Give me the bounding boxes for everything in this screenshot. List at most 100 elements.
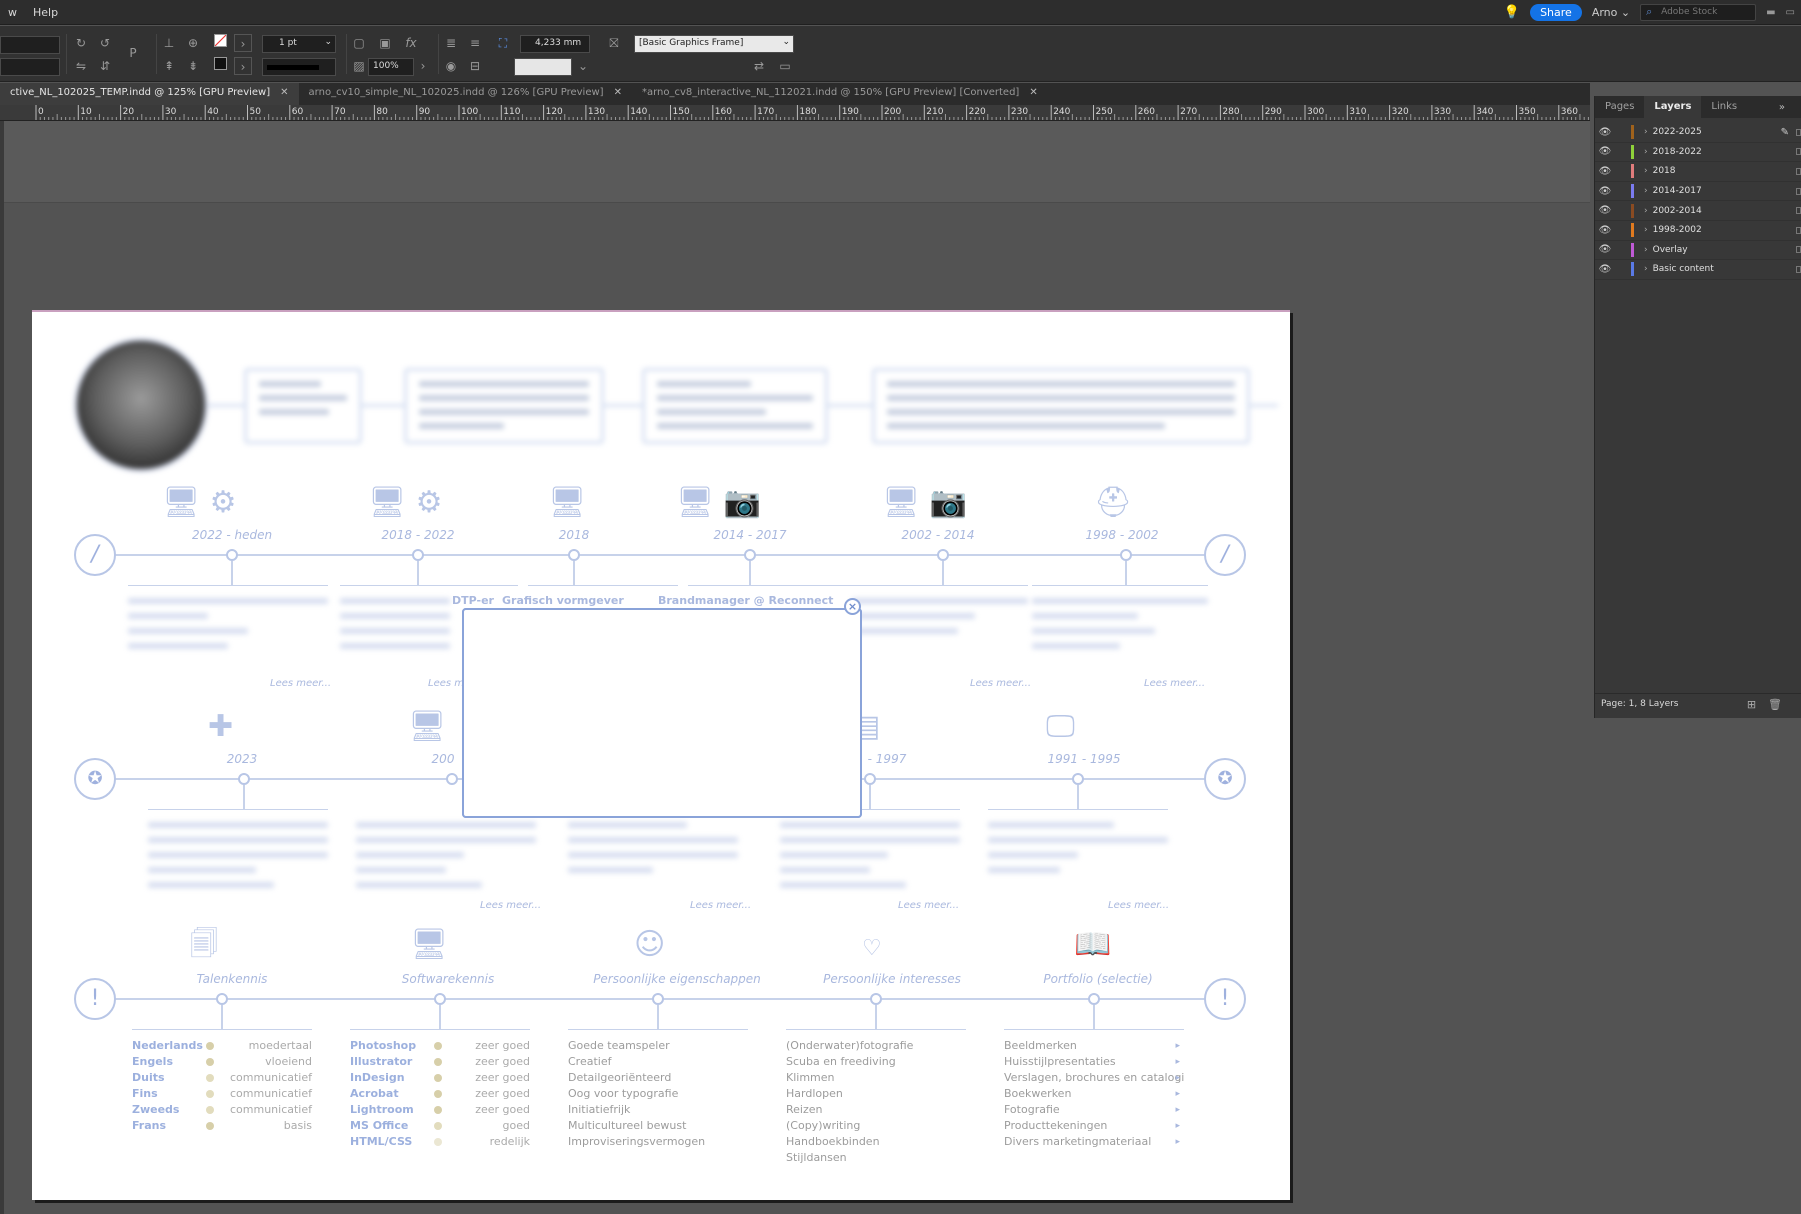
eye-icon[interactable]: 👁: [1595, 186, 1615, 197]
panel-collapse-icon[interactable]: »: [1779, 102, 1801, 113]
arrow-right-icon[interactable]: ▸: [1175, 1054, 1180, 1070]
eye-icon[interactable]: 👁: [1595, 127, 1615, 138]
layer-select-box[interactable]: [1796, 226, 1801, 234]
rotate-cw-icon[interactable]: ↻: [72, 34, 90, 52]
close-icon[interactable]: ✕: [280, 87, 288, 101]
flip-horizontal-icon[interactable]: ⇋: [72, 57, 90, 75]
object-style-select[interactable]: [Basic Graphics Frame] ⌄: [634, 35, 794, 53]
stroke-type-field[interactable]: [262, 58, 336, 76]
layer-select-box[interactable]: [1796, 128, 1801, 136]
timeline-node[interactable]: [864, 773, 876, 785]
layer-row[interactable]: 👁 › 2002-2014: [1595, 201, 1801, 221]
layer-select-box[interactable]: [1796, 265, 1801, 273]
adobe-stock-search[interactable]: Adobe Stock: [1640, 4, 1757, 21]
portfolio-link[interactable]: Divers marketingmateriaal: [1004, 1135, 1151, 1148]
tab-pages[interactable]: Pages: [1595, 96, 1644, 118]
portfolio-link[interactable]: Huisstijlpresentaties: [1004, 1055, 1116, 1068]
arrow-right-icon[interactable]: ▸: [1175, 1102, 1180, 1118]
select-content-icon[interactable]: ⊕: [184, 34, 202, 52]
fill-none-swatch[interactable]: [214, 34, 227, 47]
read-more-link[interactable]: Lees meer...: [1108, 900, 1169, 911]
select-container-icon[interactable]: ⊥: [160, 34, 178, 52]
reference-field-bottom[interactable]: [0, 58, 60, 76]
eye-icon[interactable]: 👁: [1595, 205, 1615, 216]
portfolio-row[interactable]: Producttekeningen ▸: [1004, 1118, 1180, 1134]
opacity-icon[interactable]: ▨: [350, 57, 368, 75]
arrow-right-icon[interactable]: ▸: [1175, 1134, 1180, 1150]
menu-help[interactable]: Help: [25, 6, 66, 19]
maximize-icon[interactable]: ▭: [1786, 7, 1795, 18]
timeline-node[interactable]: [1088, 993, 1100, 1005]
portfolio-link[interactable]: Fotografie: [1004, 1103, 1060, 1116]
timeline-node[interactable]: [937, 549, 949, 561]
layer-row[interactable]: 👁 › 2018: [1595, 162, 1801, 182]
timeline-node[interactable]: [446, 773, 458, 785]
close-icon[interactable]: ✕: [614, 87, 622, 101]
timeline-node[interactable]: [216, 993, 228, 1005]
wrap-shape-icon[interactable]: ⊟: [466, 57, 484, 75]
read-more-link[interactable]: Lees meer...: [480, 900, 541, 911]
portfolio-row[interactable]: Beeldmerken ▸: [1004, 1038, 1180, 1054]
layer-select-box[interactable]: [1796, 246, 1801, 254]
layer-row[interactable]: 👁 › Basic content: [1595, 260, 1801, 280]
portfolio-row[interactable]: Fotografie ▸: [1004, 1102, 1180, 1118]
layer-row[interactable]: 👁 › Overlay: [1595, 241, 1801, 261]
opacity-field[interactable]: 100%: [368, 58, 414, 76]
menu-window[interactable]: w: [0, 6, 25, 19]
read-more-link[interactable]: Lees meer...: [970, 678, 1031, 689]
eye-icon[interactable]: 👁: [1595, 244, 1615, 255]
timeline-node[interactable]: [1072, 773, 1084, 785]
link-icon[interactable]: ⇄: [750, 57, 768, 75]
layer-row[interactable]: 👁 › 2018-2022: [1595, 143, 1801, 163]
dimension-field[interactable]: 4,233 mm: [520, 35, 590, 53]
timeline-node[interactable]: [226, 549, 238, 561]
frame-options-icon[interactable]: ⛝: [605, 34, 623, 52]
chevron-right-icon[interactable]: ›: [1644, 264, 1648, 274]
align-right-icon[interactable]: ≡: [466, 34, 484, 52]
chevron-right-icon[interactable]: ›: [1644, 186, 1648, 196]
chevron-right-icon[interactable]: ›: [414, 57, 432, 75]
chevron-right-icon[interactable]: ›: [1644, 166, 1648, 176]
link-frame-icon[interactable]: ▭: [776, 57, 794, 75]
portfolio-row[interactable]: Divers marketingmateriaal ▸: [1004, 1134, 1180, 1150]
read-more-link[interactable]: Lees meer...: [898, 900, 959, 911]
effects-icon[interactable]: fx: [402, 34, 420, 52]
layer-row[interactable]: 👁 › 2014-2017: [1595, 182, 1801, 202]
read-more-link[interactable]: Lees meer...: [1144, 678, 1205, 689]
frame-fitting-icon[interactable]: ▢: [350, 34, 368, 52]
trash-icon[interactable]: 🗑: [1768, 698, 1794, 711]
arrow-right-icon[interactable]: ▸: [1175, 1086, 1180, 1102]
layer-row[interactable]: 👁 › 2022-2025 ✎: [1595, 123, 1801, 143]
timeline-node[interactable]: [238, 773, 250, 785]
rotate-ccw-icon[interactable]: ↺: [96, 34, 114, 52]
timeline-node[interactable]: [1120, 549, 1132, 561]
read-more-link[interactable]: Lees meer...: [270, 678, 331, 689]
tab-layers[interactable]: Layers: [1644, 96, 1702, 118]
eye-icon[interactable]: 👁: [1595, 146, 1615, 157]
chevron-right-icon[interactable]: ›: [1644, 147, 1648, 157]
wrap-icon[interactable]: ◉: [442, 57, 460, 75]
read-more-link[interactable]: Lees meer...: [690, 900, 751, 911]
portfolio-link[interactable]: Verslagen, brochures en catalogi: [1004, 1071, 1184, 1084]
new-layer-icon[interactable]: ⊞: [1747, 698, 1768, 711]
eye-icon[interactable]: 👁: [1595, 166, 1615, 177]
dimension-icon[interactable]: ⛶: [494, 34, 512, 52]
portfolio-link[interactable]: Beeldmerken: [1004, 1039, 1077, 1052]
timeline-node[interactable]: [568, 549, 580, 561]
chevron-right-icon[interactable]: ›: [234, 57, 252, 75]
portfolio-link[interactable]: Boekwerken: [1004, 1087, 1071, 1100]
read-more-link[interactable]: Lees m: [428, 678, 464, 689]
portfolio-row[interactable]: Huisstijlpresentaties ▸: [1004, 1054, 1180, 1070]
chevron-down-icon[interactable]: ⌄: [574, 57, 592, 75]
arrow-right-icon[interactable]: ▸: [1175, 1070, 1180, 1086]
select-next-icon[interactable]: ⇟: [184, 57, 202, 75]
timeline-node[interactable]: [652, 993, 664, 1005]
timeline-node[interactable]: [744, 549, 756, 561]
close-icon[interactable]: ×: [844, 598, 861, 615]
select-previous-icon[interactable]: ⇞: [160, 57, 178, 75]
chevron-right-icon[interactable]: ›: [234, 34, 252, 52]
timeline-node[interactable]: [412, 549, 424, 561]
eye-icon[interactable]: 👁: [1595, 264, 1615, 275]
user-menu[interactable]: Arno ⌄: [1592, 6, 1630, 19]
portfolio-row[interactable]: Boekwerken ▸: [1004, 1086, 1180, 1102]
